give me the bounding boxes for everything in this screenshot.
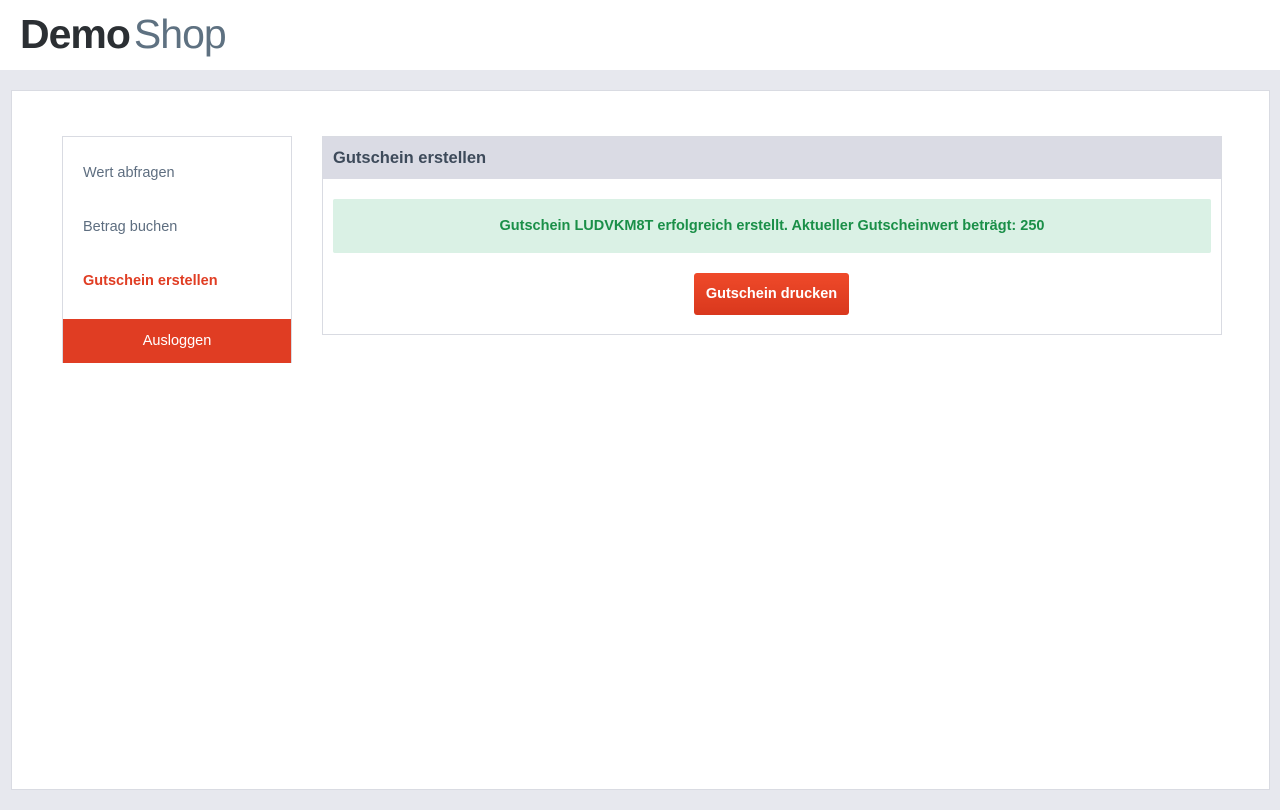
logo-shop-text: Shop <box>133 11 227 57</box>
voucher-panel: Gutschein erstellen Gutschein LUDVKM8T e… <box>322 136 1222 335</box>
panel-title: Gutschein erstellen <box>323 137 1221 179</box>
sidebar-item-gutschein-erstellen[interactable]: Gutschein erstellen <box>83 273 218 289</box>
sidebar-item-wert-abfragen[interactable]: Wert abfragen <box>83 165 175 181</box>
sidebar-item-betrag-buchen[interactable]: Betrag buchen <box>83 219 177 235</box>
top-bar: Demo Shop <box>0 0 1280 70</box>
success-alert: Gutschein LUDVKM8T erfolgreich erstellt.… <box>333 199 1211 253</box>
sidebar-nav: Wert abfragen Betrag buchen Gutschein er… <box>62 136 292 363</box>
logout-button[interactable]: Ausloggen <box>63 319 291 363</box>
demoshop-logo[interactable]: Demo Shop <box>20 10 227 58</box>
main-content-card: Wert abfragen Betrag buchen Gutschein er… <box>11 90 1270 790</box>
logo-demo-text: Demo <box>20 11 131 57</box>
print-voucher-button[interactable]: Gutschein drucken <box>694 273 849 315</box>
